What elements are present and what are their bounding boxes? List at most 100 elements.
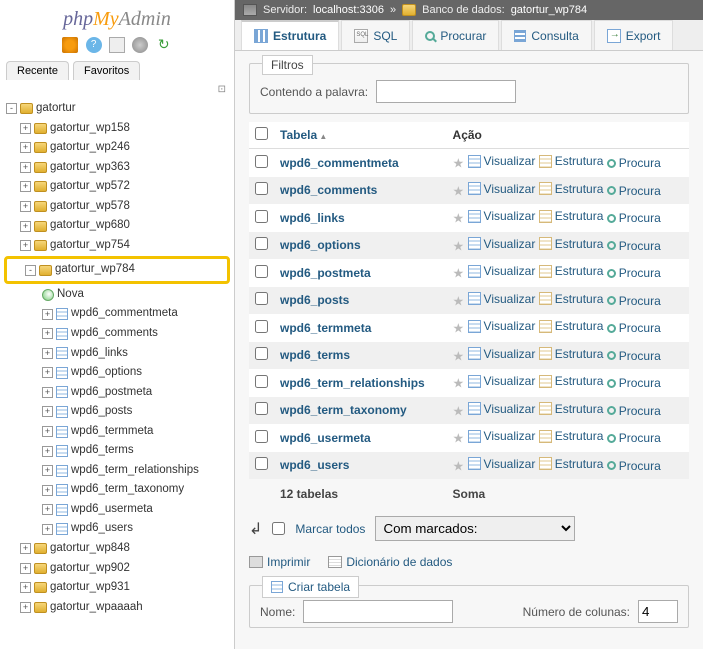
action-structure[interactable]: Estrutura [539, 319, 604, 333]
action-structure[interactable]: Estrutura [539, 182, 604, 196]
table-name-link[interactable]: wpd6_posts [280, 293, 349, 307]
favorite-icon[interactable]: ★ [453, 156, 465, 171]
tree-item[interactable]: +gatortur_wp848 [2, 539, 232, 559]
tree-item[interactable]: +gatortur_wp572 [2, 177, 232, 197]
check-all-label[interactable]: Marcar todos [295, 522, 365, 536]
table-name-link[interactable]: wpd6_options [280, 238, 361, 252]
expand-icon[interactable]: + [20, 201, 31, 212]
expand-icon[interactable]: + [42, 465, 53, 476]
expand-icon[interactable]: + [42, 348, 53, 359]
expand-icon[interactable]: + [42, 446, 53, 457]
action-search[interactable]: Procura [607, 156, 661, 170]
docs-icon[interactable] [109, 37, 125, 53]
action-visualize[interactable]: Visualizar [468, 292, 536, 306]
tree-item[interactable]: +gatortur_wp158 [2, 119, 232, 139]
action-structure[interactable]: Estrutura [539, 347, 604, 361]
tree-item[interactable]: +wpd6_term_taxonomy [2, 480, 232, 500]
filter-input[interactable] [376, 80, 516, 103]
table-name-link[interactable]: wpd6_commentmeta [280, 156, 399, 170]
tree-item[interactable]: Nova [2, 285, 232, 305]
favorite-icon[interactable]: ★ [453, 238, 465, 253]
expand-icon[interactable]: + [42, 328, 53, 339]
expand-icon[interactable]: + [42, 309, 53, 320]
row-checkbox[interactable] [255, 430, 268, 443]
action-search[interactable]: Procura [607, 404, 661, 418]
tree-item[interactable]: +wpd6_usermeta [2, 500, 232, 520]
action-visualize[interactable]: Visualizar [468, 209, 536, 223]
row-checkbox[interactable] [255, 292, 268, 305]
action-visualize[interactable]: Visualizar [468, 319, 536, 333]
tab-search[interactable]: Procurar [412, 20, 499, 50]
settings-icon[interactable] [132, 37, 148, 53]
expand-icon[interactable]: + [42, 504, 53, 515]
tree-item[interactable]: +gatortur_wp363 [2, 158, 232, 178]
action-visualize[interactable]: Visualizar [468, 264, 536, 278]
action-structure[interactable]: Estrutura [539, 154, 604, 168]
tree-item[interactable]: +gatortur_wp578 [2, 197, 232, 217]
action-visualize[interactable]: Visualizar [468, 429, 536, 443]
table-name-link[interactable]: wpd6_term_relationships [280, 376, 425, 390]
row-checkbox[interactable] [255, 210, 268, 223]
action-search[interactable]: Procura [607, 184, 661, 198]
action-search[interactable]: Procura [607, 376, 661, 390]
check-all[interactable] [272, 522, 285, 535]
collapse-icon[interactable]: - [6, 103, 17, 114]
table-name-link[interactable]: wpd6_postmeta [280, 266, 371, 280]
collapse-icon[interactable]: ⊡ [0, 80, 234, 95]
favorite-icon[interactable]: ★ [453, 266, 465, 281]
reload-icon[interactable]: ↻ [156, 37, 172, 53]
check-all-header[interactable] [255, 127, 268, 140]
tree-item[interactable]: +wpd6_postmeta [2, 383, 232, 403]
action-structure[interactable]: Estrutura [539, 402, 604, 416]
row-checkbox[interactable] [255, 182, 268, 195]
breadcrumb-server[interactable]: localhost:3306 [313, 4, 384, 16]
favorite-icon[interactable]: ★ [453, 403, 465, 418]
table-name-link[interactable]: wpd6_links [280, 211, 345, 225]
action-search[interactable]: Procura [607, 266, 661, 280]
action-search[interactable]: Procura [607, 431, 661, 445]
expand-icon[interactable]: + [20, 221, 31, 232]
tree-item[interactable]: +wpd6_users [2, 519, 232, 539]
tree-item[interactable]: +wpd6_termmeta [2, 422, 232, 442]
expand-icon[interactable]: + [20, 582, 31, 593]
favorite-icon[interactable]: ★ [453, 348, 465, 363]
bulk-action-select[interactable]: Com marcados: [375, 516, 575, 541]
table-name-link[interactable]: wpd6_usermeta [280, 431, 371, 445]
create-name-input[interactable] [303, 600, 453, 623]
expand-icon[interactable]: + [42, 524, 53, 535]
expand-icon[interactable]: + [20, 181, 31, 192]
action-search[interactable]: Procura [607, 349, 661, 363]
expand-icon[interactable]: + [20, 240, 31, 251]
row-checkbox[interactable] [255, 402, 268, 415]
expand-icon[interactable]: + [20, 162, 31, 173]
row-checkbox[interactable] [255, 347, 268, 360]
favorite-icon[interactable]: ★ [453, 211, 465, 226]
tab-structure[interactable]: Estrutura [241, 20, 339, 50]
row-checkbox[interactable] [255, 320, 268, 333]
table-name-link[interactable]: wpd6_termmeta [280, 321, 371, 335]
th-table[interactable]: Tabela [274, 122, 447, 149]
tree-item[interactable]: +gatortur_wp931 [2, 578, 232, 598]
favorite-icon[interactable]: ★ [453, 183, 465, 198]
favorite-icon[interactable]: ★ [453, 321, 465, 336]
expand-icon[interactable]: + [20, 602, 31, 613]
action-search[interactable]: Procura [607, 211, 661, 225]
favorite-icon[interactable]: ★ [453, 431, 465, 446]
create-cols-input[interactable] [638, 600, 678, 623]
expand-icon[interactable]: + [42, 367, 53, 378]
home-icon[interactable] [62, 37, 78, 53]
action-search[interactable]: Procura [607, 294, 661, 308]
tree-item[interactable]: +wpd6_commentmeta [2, 304, 232, 324]
action-structure[interactable]: Estrutura [539, 209, 604, 223]
expand-icon[interactable]: + [20, 543, 31, 554]
action-visualize[interactable]: Visualizar [468, 154, 536, 168]
tree-item[interactable]: -gatortur_wp784 [7, 260, 227, 280]
table-name-link[interactable]: wpd6_users [280, 458, 349, 472]
table-name-link[interactable]: wpd6_term_taxonomy [280, 403, 407, 417]
tab-query[interactable]: Consulta [501, 20, 591, 50]
action-structure[interactable]: Estrutura [539, 429, 604, 443]
tree-item[interactable]: +wpd6_links [2, 344, 232, 364]
row-checkbox[interactable] [255, 457, 268, 470]
breadcrumb-db[interactable]: gatortur_wp784 [511, 4, 587, 16]
data-dictionary-link[interactable]: Dicionário de dados [328, 555, 452, 569]
